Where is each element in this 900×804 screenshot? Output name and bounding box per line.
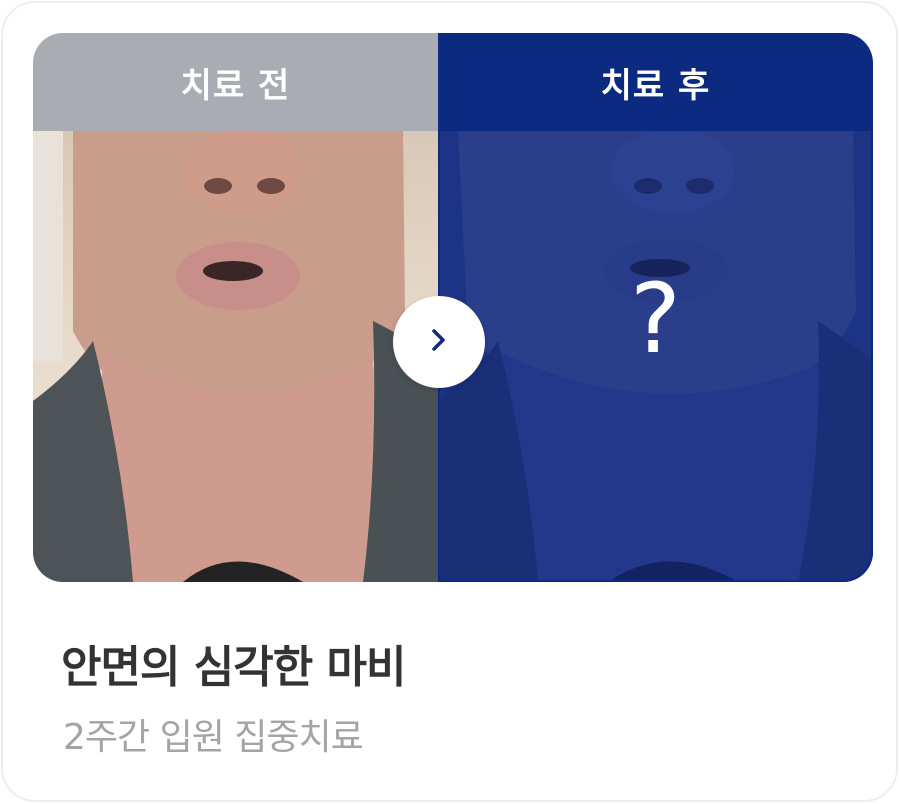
chevron-right-icon	[429, 327, 449, 357]
case-card[interactable]: 치료 전 치료 후 ? 안면의 심각한 마비 2주간 입원 집중치료	[1, 1, 898, 802]
before-photo	[33, 131, 438, 582]
after-panel: 치료 후 ?	[438, 33, 873, 582]
case-subtitle: 2주간 입원 집중치료	[63, 717, 364, 758]
hidden-result-question-mark: ?	[630, 263, 681, 375]
next-button[interactable]	[393, 296, 485, 388]
before-panel: 치료 전	[33, 33, 438, 582]
case-title: 안면의 심각한 마비	[61, 642, 406, 693]
after-label: 치료 후	[438, 33, 873, 131]
before-label: 치료 전	[33, 33, 438, 131]
after-photo-hidden: ?	[438, 131, 873, 582]
